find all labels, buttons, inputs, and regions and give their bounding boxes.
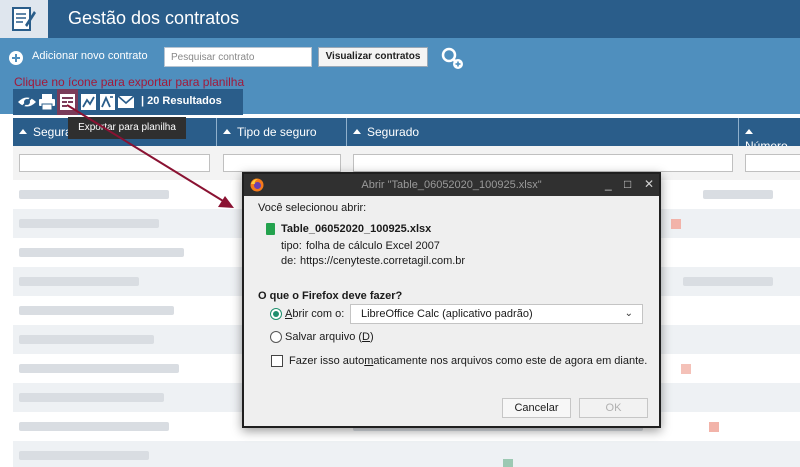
file-type-label: tipo: <box>281 240 302 252</box>
close-icon[interactable]: ✕ <box>644 177 654 191</box>
selected-label: Você selecionou abrir: <box>258 202 367 214</box>
dialog-titlebar: Abrir "Table_06052020_100925.xlsx" _ □ ✕ <box>244 174 659 196</box>
file-name: Table_06052020_100925.xlsx <box>281 223 432 235</box>
file-source-value: https://cenyteste.corretagil.com.br <box>300 255 466 267</box>
open-file-dialog: Abrir "Table_06052020_100925.xlsx" _ □ ✕… <box>242 172 661 428</box>
open-with-label[interactable]: Abrir com o: <box>285 308 344 320</box>
maximize-icon[interactable]: □ <box>624 177 631 191</box>
dialog-body: Você selecionou abrir: Table_06052020_10… <box>250 196 654 424</box>
save-file-label[interactable]: Salvar arquivo (D) <box>285 331 374 343</box>
file-source-label: de: <box>281 255 297 267</box>
minimize-icon[interactable]: _ <box>605 177 612 191</box>
file-type-value: folha de cálculo Excel 2007 <box>306 240 440 252</box>
dialog-title: Abrir "Table_06052020_100925.xlsx" <box>361 179 542 191</box>
auto-action-checkbox[interactable] <box>271 355 283 367</box>
open-with-app: LibreOffice Calc (aplicativo padrão) <box>361 308 533 320</box>
auto-action-label[interactable]: Fazer isso automaticamente nos arquivos … <box>289 355 647 367</box>
cancel-button[interactable]: Cancelar <box>502 398 571 418</box>
open-with-select[interactable]: LibreOffice Calc (aplicativo padrão) ⌄ <box>350 304 643 324</box>
chevron-down-icon: ⌄ <box>624 308 633 319</box>
save-file-radio[interactable] <box>270 331 282 343</box>
spreadsheet-file-icon <box>266 223 275 235</box>
open-with-radio[interactable] <box>270 308 282 320</box>
action-question: O que o Firefox deve fazer? <box>258 290 403 302</box>
ok-button[interactable]: OK <box>579 398 648 418</box>
